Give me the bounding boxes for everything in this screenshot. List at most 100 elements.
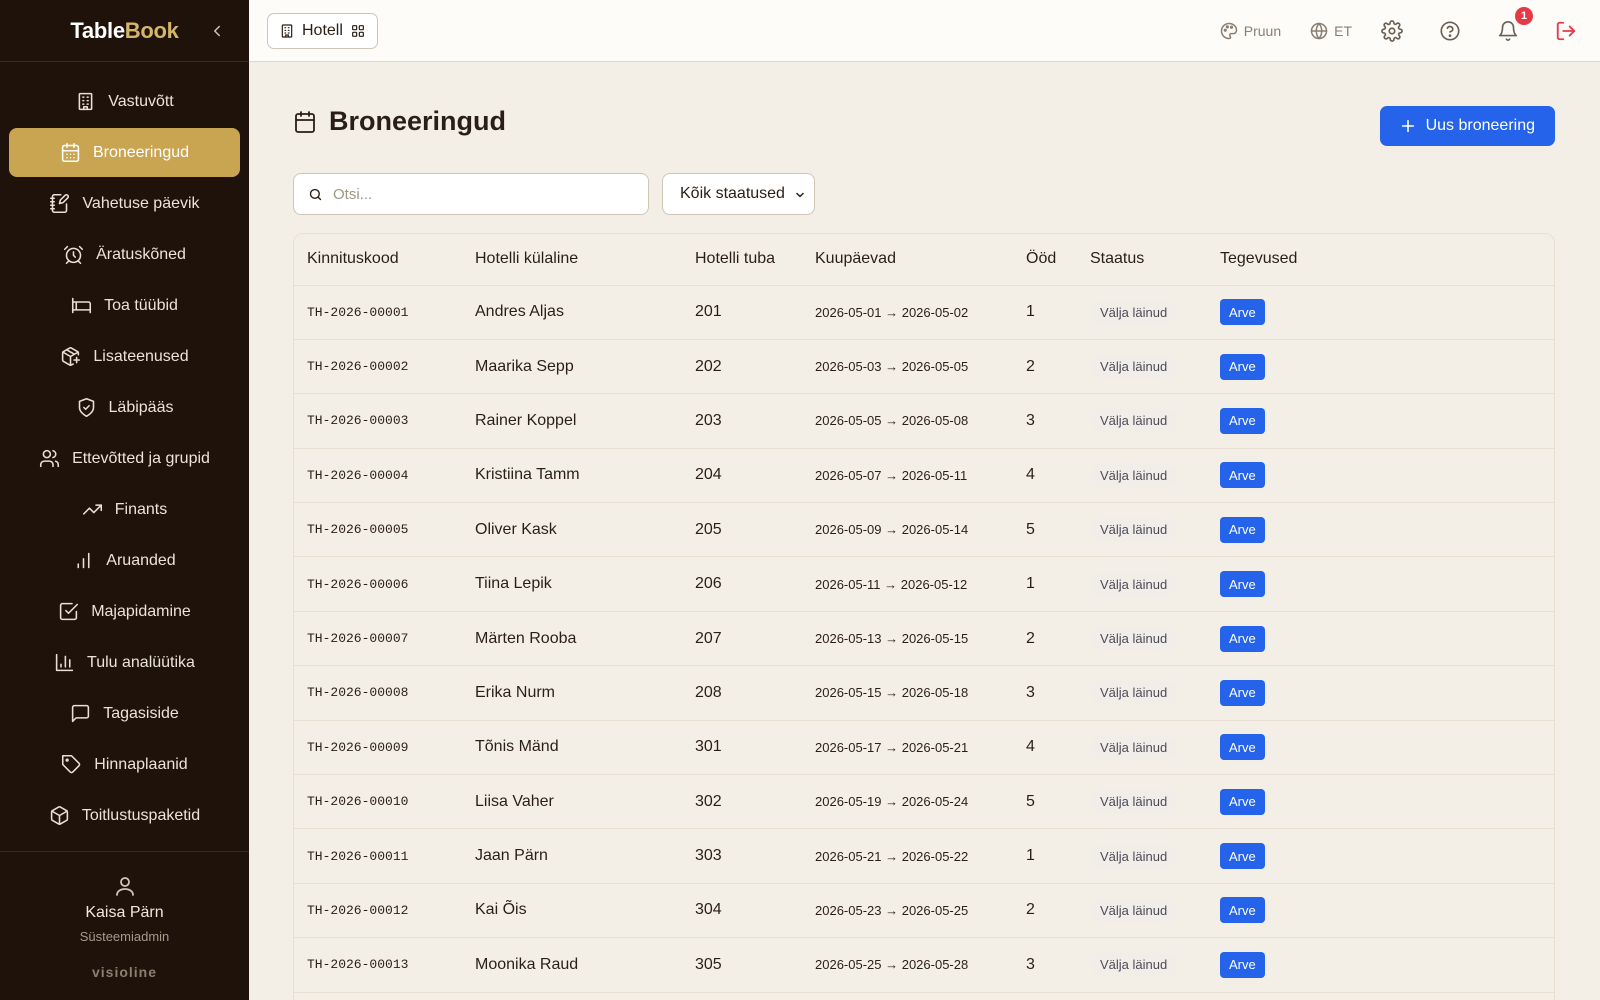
sidebar-item-4[interactable]: Äratuskõned (9, 230, 240, 279)
box-icon (50, 805, 69, 826)
sidebar-item-12[interactable]: Tulu analüütika (9, 638, 240, 687)
notifications-button[interactable]: 1 (1496, 7, 1533, 43)
sidebar-item-6[interactable]: Lisateenused (9, 332, 240, 381)
nights-count: 2 (1013, 611, 1077, 667)
sidebar-item-14[interactable]: Hinnaplaanid (9, 740, 240, 789)
table-row[interactable]: TH-2026-00006 Tiina Lepik 206 2026-05-11 → … (294, 556, 1554, 612)
search-input[interactable] (333, 185, 623, 203)
invoice-button[interactable]: Arve (1220, 625, 1265, 652)
room-number: 207 (682, 611, 802, 667)
language-switcher[interactable]: ET (1309, 21, 1352, 41)
theme-label: Pruun (1243, 23, 1282, 39)
logout-button[interactable] (1554, 19, 1578, 43)
shield-check-icon (78, 397, 94, 418)
room-number: 206 (682, 556, 802, 612)
sidebar-item-label: Aruanded (106, 551, 176, 569)
collapse-sidebar-button[interactable] (205, 19, 229, 43)
invoice-button[interactable]: Arve (1220, 516, 1265, 543)
user-profile[interactable]: Kaisa Pärn Süsteemiadmin visioline (0, 851, 249, 1000)
invoice-button[interactable]: Arve (1220, 734, 1265, 761)
search-box (293, 173, 649, 215)
user-icon (115, 877, 134, 896)
module-switcher-button[interactable]: Hotell (267, 13, 378, 49)
sidebar-item-13[interactable]: Tagasiside (9, 689, 240, 738)
column-header: Ööd (1013, 234, 1077, 286)
new-booking-button[interactable]: Uus broneering (1379, 106, 1555, 146)
booking-dates: 2026-05-17 → 2026-05-21 (802, 720, 1013, 776)
invoice-button[interactable]: Arve (1220, 462, 1265, 489)
table-row[interactable]: TH-2026-00004 Kristiina Tamm 204 2026-05-07… (294, 448, 1554, 504)
table-row[interactable]: TH-2026-00003 Rainer Koppel 203 2026-05-05 … (294, 393, 1554, 449)
table-row[interactable]: TH-2026-00008 Erika Nurm 208 2026-05-15 → 2… (294, 665, 1554, 721)
nights-count: 1 (1013, 285, 1077, 340)
table-row[interactable]: TH-2026-00002 Maarika Sepp 202 2026-05-03 →… (294, 339, 1554, 395)
nights-count: 2 (1013, 883, 1077, 939)
help-circle-icon (1440, 21, 1460, 41)
table-row[interactable]: TH-2026-00001 Andres Aljas 201 2026-05-01 →… (294, 285, 1554, 340)
guest-name: Tiina Lepik (462, 556, 682, 612)
sidebar-item-1[interactable]: Vastuvõtt (9, 77, 240, 126)
invoice-button[interactable]: Arve (1220, 299, 1265, 326)
actions-cell: Arve (1207, 611, 1554, 667)
table-row[interactable]: TH-2026-00005 Oliver Kask 205 2026-05-09 → … (294, 502, 1554, 558)
package-plus-icon (62, 346, 81, 367)
invoice-button[interactable]: Arve (1220, 679, 1265, 706)
sidebar-item-7[interactable]: Läbipääs (9, 383, 240, 432)
booking-code: TH-2026-00004 (294, 448, 462, 504)
bookings-table: Kinnituskood Hotelli külaline Hotelli tuba… (294, 234, 1554, 993)
settings-button[interactable] (1380, 19, 1404, 43)
sidebar-nav: Vastuvõtt Broneeringud Vahetuse päevik Ärat… (0, 62, 249, 840)
status-cell: Välja läinud (1077, 828, 1207, 884)
app-logo[interactable]: TableBook (70, 18, 178, 44)
sidebar-item-9[interactable]: Finants (9, 485, 240, 534)
bar-chart-icon (77, 552, 90, 569)
invoice-button[interactable]: Arve (1220, 407, 1265, 434)
help-button[interactable] (1438, 19, 1462, 43)
sidebar-item-8[interactable]: Ettevõtted ja grupid (9, 434, 240, 483)
booking-code: TH-2026-00002 (294, 339, 462, 395)
invoice-button[interactable]: Arve (1220, 897, 1265, 924)
search-icon (309, 188, 322, 200)
sidebar-item-10[interactable]: Aruanded (9, 536, 240, 585)
status-badge: Välja läinud (1090, 409, 1178, 433)
plus-icon (1401, 119, 1414, 133)
status-filter-select[interactable]: Kõik staatused (662, 173, 815, 215)
users-icon (40, 449, 60, 468)
sidebar-item-11[interactable]: Majapidamine (9, 587, 240, 636)
table-row[interactable]: TH-2026-00013 Moonika Raud 305 2026-05-25 →… (294, 937, 1554, 993)
sidebar-item-3[interactable]: Vahetuse päevik (9, 179, 240, 228)
status-cell: Välja läinud (1077, 937, 1207, 993)
status-cell: Välja läinud (1077, 339, 1207, 395)
alarm-clock-icon (64, 245, 84, 265)
invoice-button[interactable]: Arve (1220, 571, 1265, 598)
theme-switcher[interactable]: Pruun (1219, 21, 1281, 41)
nights-count: 4 (1013, 720, 1077, 776)
sidebar-item-label: Äratuskõned (96, 245, 186, 263)
table-row[interactable]: TH-2026-00009 Tõnis Mänd 301 2026-05-17 → 2… (294, 720, 1554, 776)
table-row[interactable]: TH-2026-00012 Kai Õis 304 2026-05-23 → 2026… (294, 883, 1554, 939)
sidebar-item-label: Tulu analüütika (87, 653, 195, 671)
invoice-button[interactable]: Arve (1220, 353, 1265, 380)
actions-cell: Arve (1207, 665, 1554, 721)
check-square-icon (60, 602, 79, 621)
table-row[interactable]: TH-2026-00010 Liisa Vaher 302 2026-05-19 → … (294, 774, 1554, 830)
sidebar-item-15[interactable]: Toitlustuspaketid (9, 791, 240, 840)
brand-header: TableBook (0, 0, 249, 62)
invoice-button[interactable]: Arve (1220, 788, 1265, 815)
column-header: Hotelli külaline (462, 234, 682, 286)
invoice-button[interactable]: Arve (1220, 951, 1265, 978)
status-badge: Välja läinud (1090, 844, 1178, 868)
table-row[interactable]: TH-2026-00011 Jaan Pärn 303 2026-05-21 → 20… (294, 828, 1554, 884)
sidebar-item-2[interactable]: Broneeringud (9, 128, 240, 177)
booking-dates: 2026-05-03 → 2026-05-05 (802, 339, 1013, 395)
sidebar-item-5[interactable]: Toa tüübid (9, 281, 240, 330)
status-cell: Välja läinud (1077, 665, 1207, 721)
guest-name: Jaan Pärn (462, 828, 682, 884)
guest-name: Oliver Kask (462, 502, 682, 558)
actions-cell: Arve (1207, 556, 1554, 612)
invoice-button[interactable]: Arve (1220, 843, 1265, 870)
table-row[interactable]: TH-2026-00007 Märten Rooba 207 2026-05-13 →… (294, 611, 1554, 667)
status-cell: Välja läinud (1077, 285, 1207, 340)
room-number: 305 (682, 937, 802, 993)
status-cell: Välja läinud (1077, 393, 1207, 449)
